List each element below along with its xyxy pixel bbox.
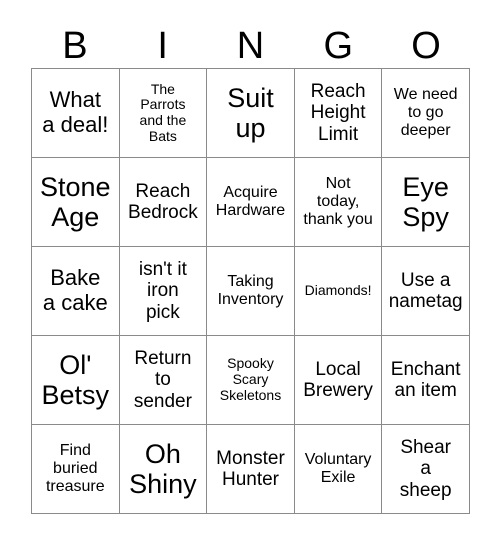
bingo-cell[interactable]: The Parrots and the Bats [119, 69, 208, 158]
bingo-cell-label: Enchant an item [390, 358, 461, 401]
bingo-cell-label: Return to sender [133, 348, 192, 412]
bingo-cell-label: Shear a sheep [399, 437, 452, 501]
bingo-cell[interactable]: Acquire Hardware [207, 158, 295, 247]
bingo-cell-label: The Parrots and the Bats [139, 80, 187, 144]
bingo-cell-label: What a deal! [42, 87, 109, 137]
bingo-cell-label: Reach Height Limit [310, 81, 366, 145]
bingo-cell[interactable]: Eye Spy [382, 158, 470, 247]
bingo-cell[interactable]: Ol' Betsy [32, 336, 120, 425]
bingo-cell-label: isn't it iron pick [138, 259, 187, 323]
bingo-cell[interactable]: Use a nametag [382, 247, 470, 336]
bingo-cell[interactable]: Local Brewery [294, 336, 383, 425]
bingo-row: Bake a cake isn't it iron pick Taking In… [32, 247, 470, 336]
bingo-header-letter-n: N [236, 25, 265, 67]
bingo-cell[interactable]: Stone Age [32, 158, 120, 247]
bingo-cell[interactable]: Shear a sheep [382, 425, 470, 514]
bingo-header-letter-i: I [157, 25, 168, 67]
bingo-cell-label: Voluntary Exile [304, 451, 372, 486]
bingo-cell[interactable]: Monster Hunter [207, 425, 295, 514]
bingo-row: What a deal! The Parrots and the Bats Su… [32, 69, 470, 158]
bingo-cell-label: Diamonds! [304, 282, 372, 299]
bingo-cell-label: Bake a cake [42, 265, 108, 315]
bingo-cell[interactable]: Not today, thank you [294, 158, 383, 247]
bingo-header-letter-g: G [323, 25, 354, 67]
bingo-card: B I N G O What a deal! The Parrots and t… [0, 0, 500, 544]
bingo-cell-label: Ol' Betsy [41, 349, 110, 410]
bingo-cell-label: Acquire Hardware [215, 184, 286, 219]
bingo-cell-label: We need to go deeper [393, 86, 458, 139]
bingo-cell-label: Not today, thank you [303, 175, 373, 228]
bingo-cell-label: Suit up [227, 82, 274, 143]
bingo-cell[interactable]: Reach Bedrock [119, 158, 208, 247]
bingo-header-letter-o: O [411, 25, 441, 67]
bingo-cell-label: Stone Age [40, 171, 111, 232]
bingo-cell[interactable]: Reach Height Limit [294, 69, 383, 158]
bingo-cell-label: Eye Spy [402, 171, 449, 232]
bingo-grid: What a deal! The Parrots and the Bats Su… [31, 68, 470, 514]
bingo-cell[interactable]: Voluntary Exile [294, 425, 383, 514]
bingo-cell[interactable]: Diamonds! [294, 247, 383, 336]
bingo-row: Stone Age Reach Bedrock Acquire Hardware… [32, 158, 470, 247]
bingo-cell[interactable]: Bake a cake [32, 247, 120, 336]
bingo-cell-label: Find buried treasure [45, 442, 105, 495]
bingo-cell[interactable]: Return to sender [119, 336, 208, 425]
bingo-cell[interactable]: Taking Inventory [207, 247, 295, 336]
bingo-cell[interactable]: What a deal! [32, 69, 120, 158]
bingo-cell[interactable]: Find buried treasure [32, 425, 120, 514]
bingo-cell[interactable]: We need to go deeper [382, 69, 470, 158]
bingo-cell-label: Oh Shiny [129, 438, 197, 499]
bingo-row: Find buried treasure Oh Shiny Monster Hu… [32, 425, 470, 514]
bingo-cell-label: Reach Bedrock [128, 180, 198, 223]
bingo-cell-label: Use a nametag [388, 269, 463, 312]
bingo-cell[interactable]: Oh Shiny [119, 425, 208, 514]
bingo-row: Ol' Betsy Return to sender Spooky Scary … [32, 336, 470, 425]
bingo-cell-label: Spooky Scary Skeletons [219, 355, 282, 403]
bingo-cell[interactable]: Suit up [207, 69, 295, 158]
bingo-cell-label: Local Brewery [303, 358, 373, 401]
bingo-header-letter-b: B [62, 25, 88, 67]
bingo-cell[interactable]: Enchant an item [382, 336, 470, 425]
bingo-header-row: B I N G O [31, 24, 470, 68]
bingo-cell[interactable]: isn't it iron pick [119, 247, 208, 336]
bingo-cell-label: Monster Hunter [216, 447, 285, 490]
bingo-cell[interactable]: Spooky Scary Skeletons [207, 336, 295, 425]
bingo-cell-label: Taking Inventory [217, 273, 284, 308]
